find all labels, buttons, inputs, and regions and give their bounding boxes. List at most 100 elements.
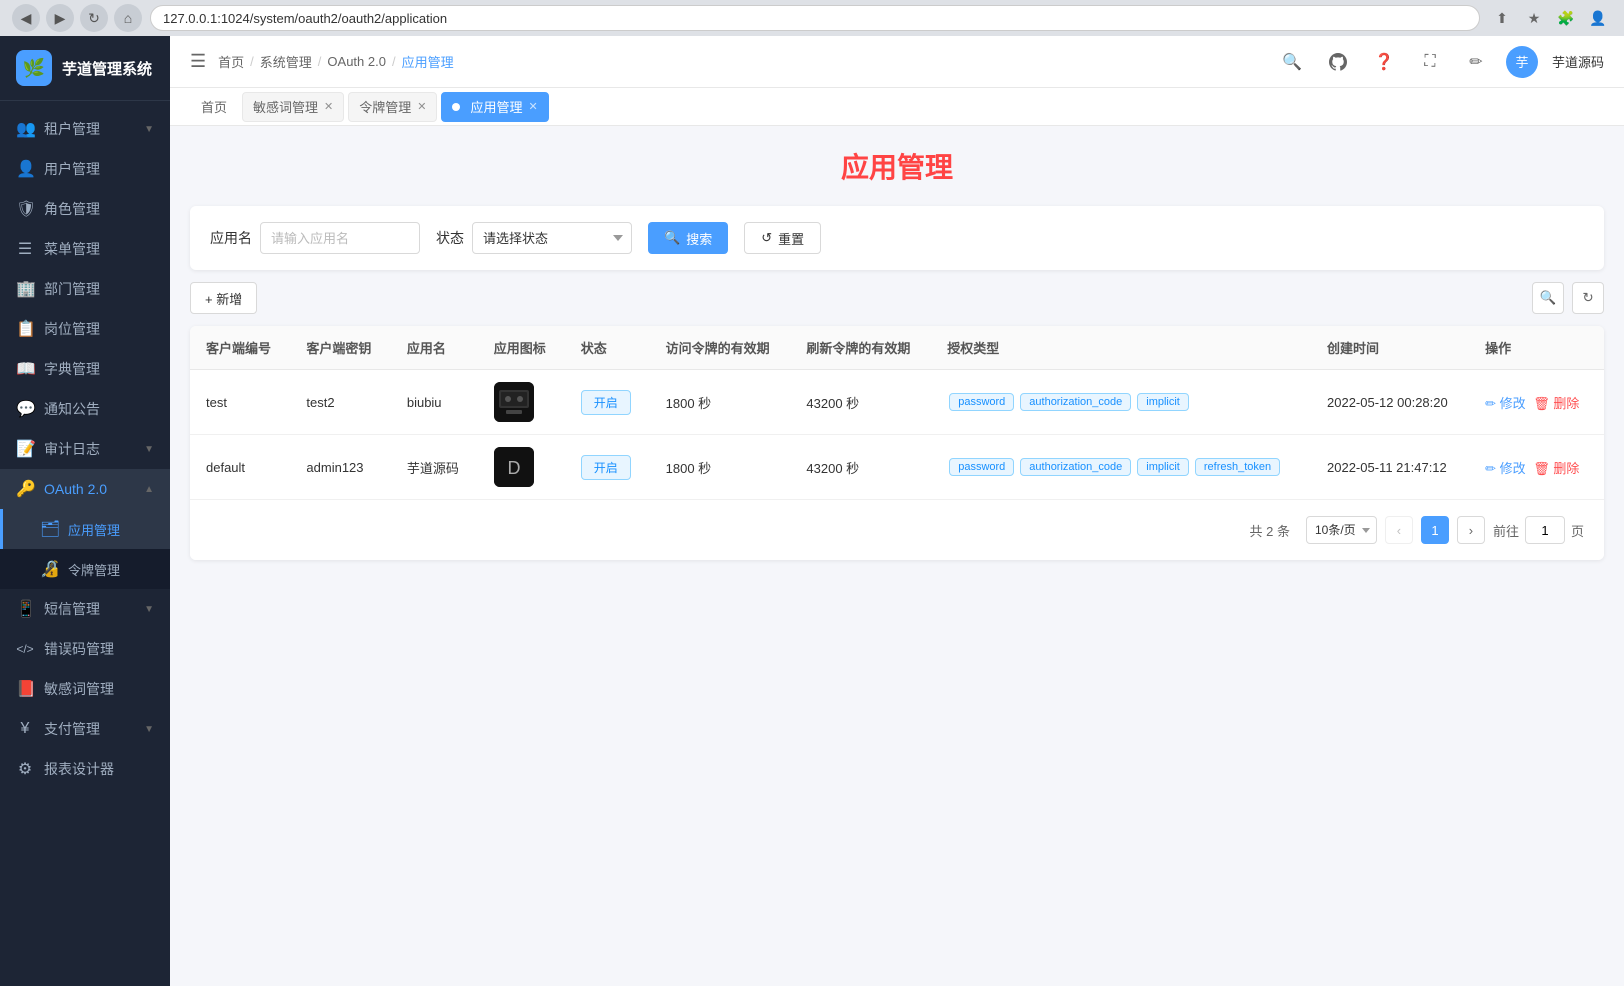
app-name-input[interactable]: [260, 222, 420, 254]
tab-sensitive-close[interactable]: ✕: [324, 100, 333, 113]
back-button[interactable]: ◀: [12, 4, 40, 32]
search-button[interactable]: 🔍 搜索: [648, 222, 728, 254]
tab-token-close[interactable]: ✕: [417, 100, 426, 113]
tab-app[interactable]: 应用管理 ✕: [441, 92, 548, 122]
reload-button[interactable]: ↻: [80, 4, 108, 32]
cell-app-icon-1: [478, 370, 565, 435]
table-search-button[interactable]: 🔍: [1532, 282, 1564, 314]
menu-toggle-button[interactable]: ☰: [190, 51, 206, 72]
sidebar-item-audit[interactable]: 📝 审计日志 ▼: [0, 429, 170, 469]
page-size-select[interactable]: 10条/页 20条/页 50条/页: [1306, 516, 1377, 544]
table-header: 客户端编号 客户端密钥 应用名 应用图标 状态 访问令牌的有效期 刷新令牌的有效…: [190, 326, 1604, 370]
cell-client-id-1: test: [190, 370, 290, 435]
profile-button[interactable]: 👤: [1584, 4, 1612, 32]
sidebar-item-oauth2[interactable]: 🔑 OAuth 2.0 ▲: [0, 469, 170, 509]
bookmark-button[interactable]: ★: [1520, 4, 1548, 32]
home-button[interactable]: ⌂: [114, 4, 142, 32]
prev-page-button[interactable]: ‹: [1385, 516, 1413, 544]
next-page-button[interactable]: ›: [1457, 516, 1485, 544]
breadcrumb: 首页 / 系统管理 / OAuth 2.0 / 应用管理: [218, 52, 1264, 71]
page-jump-suffix: 页: [1571, 521, 1584, 540]
add-button[interactable]: + 新增: [190, 282, 257, 314]
search-button[interactable]: 🔍: [1276, 46, 1308, 78]
payment-icon: ¥: [16, 720, 34, 738]
tab-token[interactable]: 令牌管理 ✕: [348, 92, 437, 122]
tab-app-close[interactable]: ✕: [529, 100, 538, 113]
user-name[interactable]: 芋道源码: [1552, 52, 1604, 71]
sidebar-sub-item-app-mgmt[interactable]: 🗂 应用管理: [0, 509, 170, 549]
cell-client-secret-1: test2: [290, 370, 390, 435]
delete-link-2[interactable]: 🗑 删除: [1533, 461, 1579, 476]
sidebar-item-sms[interactable]: 📱 短信管理 ▼: [0, 589, 170, 629]
col-action: 操作: [1469, 326, 1604, 370]
page-1-button[interactable]: 1: [1421, 516, 1449, 544]
top-nav: ☰ 首页 / 系统管理 / OAuth 2.0 / 应用管理 🔍 ❓ ⛶ ✏ 芋…: [170, 36, 1624, 88]
cell-auth-type-2: password authorization_code implicit ref…: [931, 435, 1311, 500]
breadcrumb-system[interactable]: 系统管理: [260, 52, 312, 71]
sidebar-item-role[interactable]: 🛡 角色管理: [0, 189, 170, 229]
edit-link-2[interactable]: ✏ 修改: [1485, 461, 1526, 476]
sidebar-item-post-label: 岗位管理: [44, 319, 154, 339]
sidebar-item-menu[interactable]: ☰ 菜单管理: [0, 229, 170, 269]
breadcrumb-current: 应用管理: [402, 52, 454, 71]
status-badge-2: 开启: [581, 455, 631, 480]
sidebar-item-error[interactable]: </> 错误码管理: [0, 629, 170, 669]
breadcrumb-oauth2[interactable]: OAuth 2.0: [327, 54, 386, 69]
sidebar-item-payment-label: 支付管理: [44, 719, 134, 739]
share-button[interactable]: ⬆: [1488, 4, 1516, 32]
notice-icon: 💬: [16, 399, 34, 419]
reset-button[interactable]: ↺ 重置: [744, 222, 821, 254]
github-button[interactable]: [1322, 46, 1354, 78]
post-icon: 📋: [16, 319, 34, 339]
extension-button[interactable]: 🧩: [1552, 4, 1580, 32]
cell-action-1: ✏ 修改 🗑 删除: [1469, 370, 1604, 435]
tag-implicit-1: implicit: [1137, 393, 1189, 411]
status-field: 状态 请选择状态 开启 关闭: [436, 222, 632, 254]
logo-icon: 🌿: [16, 50, 52, 86]
dept-icon: 🏢: [16, 279, 34, 299]
menu-icon: ☰: [16, 239, 34, 259]
address-bar[interactable]: 127.0.0.1:1024/system/oauth2/oauth2/appl…: [150, 5, 1480, 31]
cell-action-2: ✏ 修改 🗑 删除: [1469, 435, 1604, 500]
col-refresh-validity: 刷新令牌的有效期: [790, 326, 931, 370]
page-jump-input[interactable]: [1525, 516, 1565, 544]
sidebar-sub-item-token-mgmt[interactable]: 🔏 令牌管理: [0, 549, 170, 589]
user-avatar[interactable]: 芋: [1506, 46, 1538, 78]
app-name-field: 应用名: [210, 222, 420, 254]
sidebar-item-dept[interactable]: 🏢 部门管理: [0, 269, 170, 309]
tab-home[interactable]: 首页: [190, 92, 238, 122]
app-name-label: 应用名: [210, 228, 252, 248]
status-select[interactable]: 请选择状态 开启 关闭: [472, 222, 632, 254]
cell-app-icon-2: D: [478, 435, 565, 500]
sidebar-item-tenant[interactable]: 👥 租户管理 ▼: [0, 109, 170, 149]
forward-button[interactable]: ▶: [46, 4, 74, 32]
sidebar-item-report[interactable]: ⚙ 报表设计器: [0, 749, 170, 789]
sidebar-item-menu-label: 菜单管理: [44, 239, 154, 259]
audit-arrow-icon: ▼: [144, 444, 154, 455]
breadcrumb-home[interactable]: 首页: [218, 52, 244, 71]
sidebar-sub-item-app-mgmt-label: 应用管理: [68, 520, 154, 539]
tab-sensitive[interactable]: 敏感词管理 ✕: [242, 92, 344, 122]
col-client-secret: 客户端密钥: [290, 326, 390, 370]
sidebar-menu: 👥 租户管理 ▼ 👤 用户管理 🛡 角色管理 ☰ 菜单管理 🏢 部门管理: [0, 101, 170, 986]
sidebar-item-dict[interactable]: 📖 字典管理: [0, 349, 170, 389]
sidebar-item-payment[interactable]: ¥ 支付管理 ▼: [0, 709, 170, 749]
edit-link-1[interactable]: ✏ 修改: [1485, 396, 1526, 411]
tab-app-dot: [452, 103, 460, 111]
edit-mode-button[interactable]: ✏: [1460, 46, 1492, 78]
delete-link-1[interactable]: 🗑 删除: [1533, 396, 1579, 411]
refresh-button[interactable]: ↻: [1572, 282, 1604, 314]
sidebar-item-sensitive[interactable]: 📕 敏感词管理: [0, 669, 170, 709]
sensitive-icon: 📕: [16, 679, 34, 699]
help-button[interactable]: ❓: [1368, 46, 1400, 78]
sidebar-item-user[interactable]: 👤 用户管理: [0, 149, 170, 189]
payment-arrow-icon: ▼: [144, 724, 154, 735]
sidebar-item-audit-label: 审计日志: [44, 439, 134, 459]
tag-password-1: password: [949, 393, 1014, 411]
sidebar-item-user-label: 用户管理: [44, 159, 154, 179]
sidebar-item-notice[interactable]: 💬 通知公告: [0, 389, 170, 429]
breadcrumb-sep-1: /: [250, 54, 254, 69]
sidebar-item-post[interactable]: 📋 岗位管理: [0, 309, 170, 349]
fullscreen-button[interactable]: ⛶: [1414, 46, 1446, 78]
sidebar-item-dept-label: 部门管理: [44, 279, 154, 299]
